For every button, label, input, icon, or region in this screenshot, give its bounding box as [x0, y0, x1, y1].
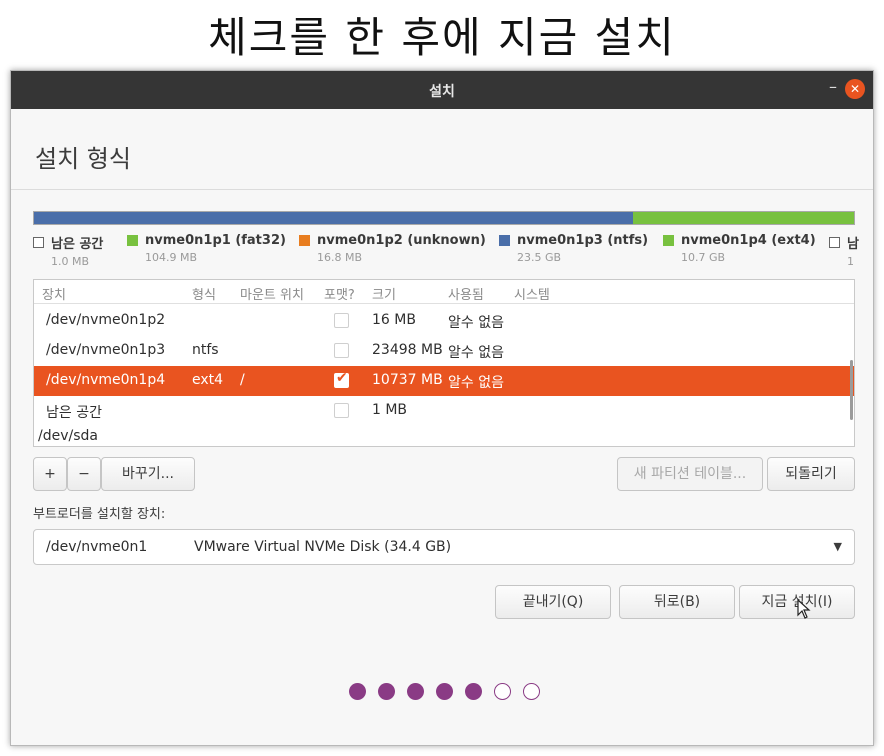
partition-legend: 남은 공간 1.0 MB nvme0n1p1 (fat32) 104.9 MB … — [33, 233, 865, 273]
change-partition-button[interactable]: 바꾸기... — [101, 457, 195, 491]
bootloader-device-select[interactable]: /dev/nvme0n1 VMware Virtual NVMe Disk (3… — [33, 529, 855, 565]
table-scrollbar[interactable] — [850, 360, 853, 420]
legend-size: 10.7 GB — [681, 251, 726, 264]
row-device: 남은 공간 — [46, 405, 102, 421]
column-header-used[interactable]: 사용됨 — [448, 284, 484, 303]
column-header-type[interactable]: 형식 — [192, 284, 216, 303]
legend-swatch — [127, 235, 138, 246]
partition-segment-nvme0n1p3 — [34, 212, 633, 224]
new-partition-table-button[interactable]: 새 파티션 테이블... — [617, 457, 763, 491]
quit-button[interactable]: 끝내기(Q) — [495, 585, 611, 619]
progress-dot-complete — [436, 683, 453, 700]
row-mount: / — [240, 372, 245, 388]
disk-device: /dev/sda — [38, 428, 98, 444]
legend-item-free-space-2: 남 1 — [829, 233, 859, 268]
legend-size: 104.9 MB — [145, 251, 198, 264]
checkmark-icon: ✔ — [336, 370, 348, 386]
legend-label: nvme0n1p3 (ntfs) — [517, 233, 649, 248]
remove-partition-button[interactable]: − — [67, 457, 101, 491]
table-row[interactable]: /dev/nvme0n1p2 16 MB 알수 없음 — [34, 306, 854, 336]
row-size: 23498 MB — [372, 342, 443, 358]
legend-swatch — [663, 235, 674, 246]
column-header-system[interactable]: 시스템 — [514, 284, 550, 303]
partition-segment-nvme0n1p4 — [632, 212, 854, 224]
legend-size: 16.8 MB — [317, 251, 363, 264]
back-button[interactable]: 뒤로(B) — [619, 585, 735, 619]
chevron-down-icon: ▼ — [833, 540, 842, 553]
bootloader-device: /dev/nvme0n1 — [46, 539, 148, 555]
row-type: ext4 — [192, 372, 224, 388]
legend-label: nvme0n1p1 (fat32) — [145, 233, 286, 248]
installer-window: 설치 – ✕ 설치 형식 남은 공간 1.0 MB nvme0n1p1 (fat… — [10, 70, 874, 746]
legend-item-nvme0n1p4: nvme0n1p4 (ext4) 10.7 GB — [663, 233, 816, 264]
minimize-icon[interactable]: – — [829, 77, 837, 96]
format-checkbox[interactable] — [334, 403, 349, 418]
legend-item-nvme0n1p1: nvme0n1p1 (fat32) 104.9 MB — [127, 233, 286, 264]
progress-dot-complete — [407, 683, 424, 700]
progress-dot-complete — [465, 683, 482, 700]
title-bar: 설치 – ✕ — [11, 71, 873, 109]
row-used: 알수 없음 — [448, 345, 504, 361]
legend-label: nvme0n1p2 (unknown) — [317, 233, 486, 248]
legend-label: nvme0n1p4 (ext4) — [681, 233, 816, 248]
revert-button[interactable]: 되돌리기 — [767, 457, 855, 491]
table-header: 장치 형식 마운트 위치 포맷? 크기 사용됨 시스템 — [34, 280, 854, 304]
column-header-device[interactable]: 장치 — [42, 284, 66, 303]
row-size: 16 MB — [372, 312, 416, 328]
mouse-cursor-icon — [797, 599, 811, 619]
legend-label: 남 — [847, 237, 859, 252]
column-header-format[interactable]: 포맷? — [324, 284, 355, 303]
format-checkbox-checked[interactable]: ✔ — [334, 370, 349, 388]
table-row[interactable]: /dev/nvme0n1p3 ntfs 23498 MB 알수 없음 — [34, 336, 854, 366]
column-header-mount[interactable]: 마운트 위치 — [240, 284, 304, 303]
video-caption: 체크를 한 후에 지금 설치 — [208, 13, 676, 62]
legend-item-nvme0n1p3: nvme0n1p3 (ntfs) 23.5 GB — [499, 233, 648, 264]
row-used: 알수 없음 — [448, 375, 504, 391]
legend-swatch — [299, 235, 310, 246]
table-row-disk[interactable]: /dev/sda — [34, 422, 854, 446]
table-row-selected[interactable]: /dev/nvme0n1p4 ext4 / ✔ 10737 MB 알수 없음 — [34, 366, 854, 396]
format-checkbox[interactable] — [334, 313, 349, 328]
progress-dots — [349, 683, 540, 700]
bootloader-label: 부트로더를 설치할 장치: — [33, 507, 166, 522]
row-used: 알수 없음 — [448, 315, 504, 331]
legend-swatch — [33, 237, 44, 248]
legend-size: 1.0 MB — [51, 255, 90, 268]
progress-dot-pending — [494, 683, 511, 700]
legend-size: 23.5 GB — [517, 251, 562, 264]
partition-edit-buttons: + − 바꾸기... — [33, 457, 195, 491]
header-divider — [11, 189, 873, 190]
window-title: 설치 — [429, 84, 455, 100]
row-size: 10737 MB — [372, 372, 443, 388]
bootloader-device-description: VMware Virtual NVMe Disk (34.4 GB) — [194, 539, 452, 555]
legend-label: 남은 공간 — [51, 237, 104, 252]
format-checkbox[interactable] — [334, 343, 349, 358]
legend-swatch — [499, 235, 510, 246]
partition-table: 장치 형식 마운트 위치 포맷? 크기 사용됨 시스템 /dev/nvme0n1… — [33, 279, 855, 447]
add-partition-button[interactable]: + — [33, 457, 67, 491]
progress-dot-complete — [349, 683, 366, 700]
progress-dot-complete — [378, 683, 395, 700]
legend-item-nvme0n1p2: nvme0n1p2 (unknown) 16.8 MB — [299, 233, 486, 264]
legend-swatch — [829, 237, 840, 248]
row-device: /dev/nvme0n1p4 — [46, 372, 166, 388]
row-device: /dev/nvme0n1p2 — [46, 312, 166, 328]
legend-size: 1 — [847, 255, 854, 268]
page-title: 설치 형식 — [35, 145, 131, 173]
column-header-size[interactable]: 크기 — [372, 284, 396, 303]
progress-dot-pending — [523, 683, 540, 700]
row-size: 1 MB — [372, 402, 408, 418]
partition-usage-bar — [33, 211, 855, 225]
row-type: ntfs — [192, 342, 219, 358]
legend-item-free-space: 남은 공간 1.0 MB — [33, 233, 103, 268]
row-device: /dev/nvme0n1p3 — [46, 342, 166, 358]
close-icon[interactable]: ✕ — [845, 79, 865, 99]
